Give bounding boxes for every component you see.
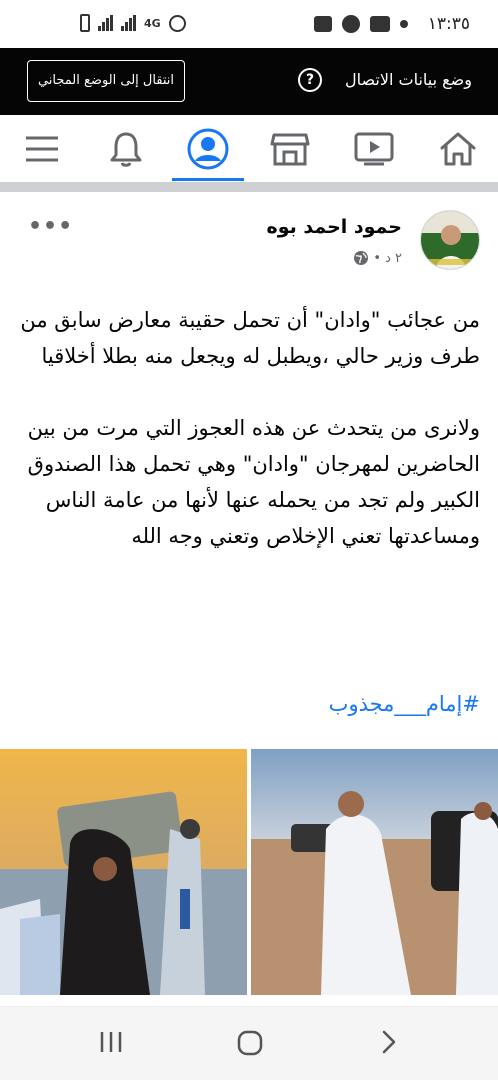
desert-photo <box>251 749 498 995</box>
profile-icon <box>187 128 229 169</box>
status-bar: 4G ١٣:٣٥ <box>0 0 498 48</box>
home-icon <box>440 132 476 165</box>
recent-apps-icon <box>100 1032 122 1052</box>
crowd-photo <box>0 749 247 995</box>
clock: ١٣:٣٥ <box>427 14 470 34</box>
switch-free-mode-button[interactable]: انتقال إلى الوضع المجاني <box>27 60 185 102</box>
post-meta: ٢ د • <box>353 250 402 266</box>
system-nav-bar <box>0 1006 498 1080</box>
globe-icon <box>354 251 369 265</box>
chevron-right-icon <box>382 1030 396 1054</box>
nav-profile[interactable] <box>168 115 248 182</box>
signal-indicators: 4G <box>80 14 186 32</box>
meta-separator: • <box>373 250 382 266</box>
store-icon <box>270 133 310 165</box>
post-photo-2[interactable] <box>251 749 498 995</box>
post-paragraph-2: ولانرى من يتحدث عن هذه العجوز التي مرت م… <box>27 416 480 548</box>
video-play-icon <box>354 132 394 165</box>
signal-icon-2 <box>121 15 136 31</box>
more-notifications-dot <box>400 20 408 28</box>
network-type-label: 4G <box>144 16 161 30</box>
author-avatar[interactable] <box>420 210 480 270</box>
post-author-name[interactable]: حمود احمد بوه <box>266 216 402 238</box>
post-hashtag-link[interactable]: #إمام___مجذوب <box>329 692 480 716</box>
help-icon[interactable]: ? <box>298 68 322 92</box>
post-paragraph-1: من عجائب "وادان" أن تحمل حقيبة معارض ساب… <box>20 308 480 368</box>
notification-icons <box>314 15 408 33</box>
nav-marketplace[interactable] <box>250 115 330 182</box>
post-body: من عجائب "وادان" أن تحمل حقيبة معارض ساب… <box>18 302 480 590</box>
bell-icon <box>110 132 142 167</box>
active-tab-indicator <box>172 178 244 181</box>
home-circle-icon <box>237 1030 263 1056</box>
signal-icon <box>98 15 113 31</box>
back-button[interactable] <box>378 1029 400 1059</box>
message-notification-icon <box>370 16 390 32</box>
data-mode-banner: وضع بيانات الاتصال ? انتقال إلى الوضع ال… <box>0 48 498 115</box>
nav-home[interactable] <box>418 115 498 182</box>
battery-icon <box>80 14 90 32</box>
recent-apps-button[interactable] <box>98 1029 124 1059</box>
post-photos <box>0 749 498 995</box>
data-mode-label: وضع بيانات الاتصال <box>345 70 472 89</box>
top-nav <box>0 115 498 182</box>
image-notification-icon <box>314 16 332 32</box>
post-photo-1[interactable] <box>0 749 247 995</box>
hamburger-menu-icon <box>26 136 58 161</box>
post-options-icon[interactable]: ••• <box>28 214 73 239</box>
nav-watch[interactable] <box>334 115 414 182</box>
nav-menu[interactable] <box>2 115 82 182</box>
nav-notifications[interactable] <box>86 115 166 182</box>
avatar-image <box>421 211 479 269</box>
soccer-notification-icon <box>342 15 360 33</box>
post-time[interactable]: ٢ د <box>385 251 402 266</box>
home-system-button[interactable] <box>236 1029 264 1061</box>
alarm-icon <box>168 14 186 32</box>
section-divider <box>0 182 498 192</box>
